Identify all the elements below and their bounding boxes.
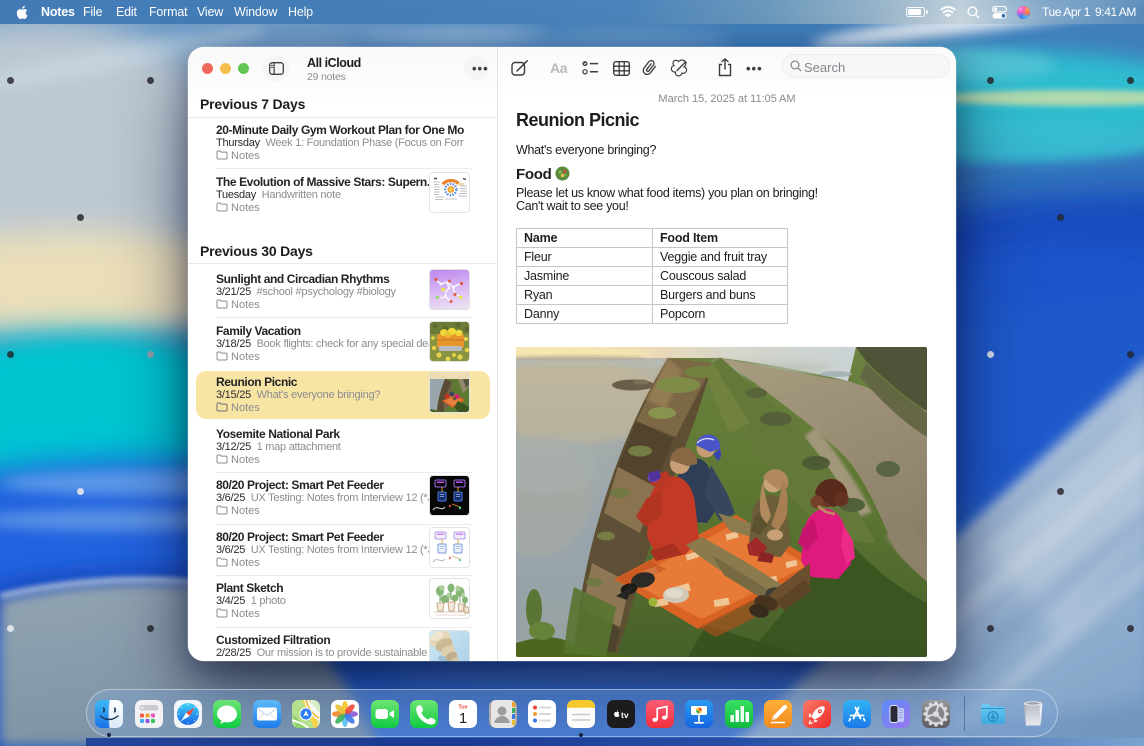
svg-text:tv: tv (621, 710, 629, 720)
svg-text:1: 1 (459, 710, 467, 727)
